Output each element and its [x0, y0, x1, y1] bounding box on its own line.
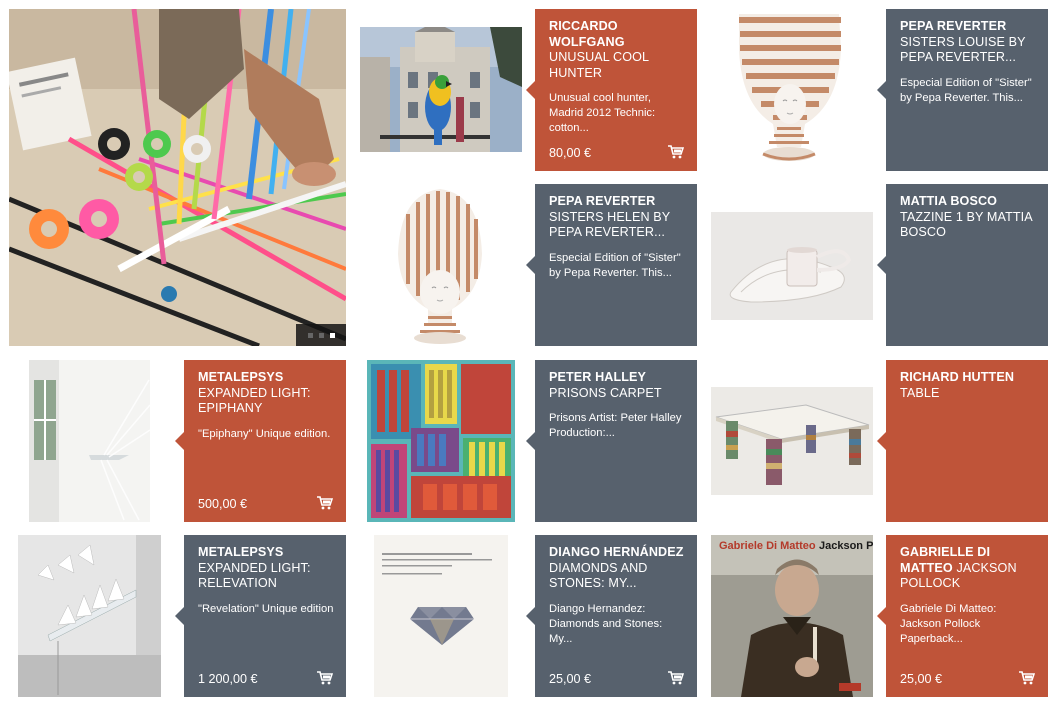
- product-description: "Epiphany" Unique edition.: [198, 427, 331, 440]
- product-title[interactable]: RICHARD HUTTEN TABLE: [900, 370, 1036, 401]
- product-image-tazzine-cup[interactable]: [711, 212, 873, 320]
- product-description: Especial Edition of "Sister" by Pepa Rev…: [549, 251, 681, 279]
- product-title[interactable]: PETER HALLEY PRISONS CARPET: [549, 370, 685, 401]
- product-artwork-name: EXPANDED LIGHT: RELEVATION: [198, 560, 311, 591]
- product-card-expanded-light-relevation[interactable]: METALEPSYS EXPANDED LIGHT: RELEVATION "Re…: [175, 535, 346, 697]
- product-artwork-name: SISTERS LOUISE BY PEPA REVERTER...: [900, 34, 1026, 65]
- product-description: Diango Hernandez: Diamonds and Stones: M…: [549, 602, 663, 645]
- product-price: 1 200,00 €: [198, 672, 258, 686]
- product-artwork-name: EXPANDED LIGHT: EPIPHANY: [198, 385, 311, 416]
- product-artwork-name: PRISONS CARPET: [549, 385, 662, 400]
- product-description: Prisons Artist: Peter Halley Production:…: [549, 412, 682, 439]
- product-title[interactable]: GABRIELLE DI MATTEO JACKSON POLLOCK: [900, 545, 1036, 592]
- slider-dot-1[interactable]: [307, 332, 313, 338]
- product-card-sisters-helen[interactable]: PEPA REVERTER SISTERS HELEN BY PEPA REVER…: [526, 184, 697, 346]
- product-image-diamonds-and-stones-book[interactable]: [374, 535, 508, 697]
- product-image-prisons-carpet[interactable]: [367, 360, 515, 522]
- product-card-expanded-light-epiphany[interactable]: METALEPSYS EXPANDED LIGHT: EPIPHANY "Epip…: [175, 360, 346, 522]
- product-title[interactable]: RICCARDO WOLFGANG UNUSUAL COOL HUNTER: [549, 19, 685, 81]
- shopping-cart-icon[interactable]: [1019, 671, 1035, 685]
- product-price: 25,00 €: [549, 672, 592, 686]
- product-title[interactable]: DIANGO HERNÁNDEZ DIAMONDS AND STONES: MY.…: [549, 545, 685, 592]
- slider-dot-2[interactable]: [318, 332, 324, 338]
- product-card-prisons-carpet[interactable]: PETER HALLEY PRISONS CARPET Prisons Artis…: [526, 360, 697, 522]
- product-artist: DIANGO HERNÁNDEZ: [549, 545, 684, 559]
- shopping-cart-icon[interactable]: [668, 671, 684, 685]
- product-title[interactable]: PEPA REVERTER SISTERS LOUISE BY PEPA REVE…: [900, 19, 1036, 66]
- product-artist: PETER HALLEY: [549, 370, 647, 384]
- product-title[interactable]: METALEPSYS EXPANDED LIGHT: EPIPHANY: [198, 370, 334, 417]
- book-cover-subject-text: Jackson Pollock: [819, 540, 873, 552]
- product-image-parrot[interactable]: [360, 27, 522, 152]
- product-image-sisters-helen-vase[interactable]: [360, 184, 522, 346]
- product-artist: METALEPSYS: [198, 370, 284, 384]
- product-image-sisters-louise-vase[interactable]: [711, 9, 873, 171]
- product-image-expanded-light-epiphany[interactable]: [29, 360, 150, 522]
- product-image-table[interactable]: [711, 387, 873, 495]
- shopping-cart-icon[interactable]: [317, 496, 333, 510]
- product-artwork-name: TAZZINE 1 BY MATTIA BOSCO: [900, 209, 1033, 240]
- product-artwork-name: DIAMONDS AND STONES: MY...: [549, 560, 648, 591]
- product-card-diamonds-and-stones[interactable]: DIANGO HERNÁNDEZ DIAMONDS AND STONES: MY.…: [526, 535, 697, 697]
- shopping-cart-icon[interactable]: [668, 145, 684, 159]
- product-description: Gabriele Di Matteo: Jackson Pollock Pape…: [900, 602, 997, 645]
- product-image-jackson-pollock-book[interactable]: Gabriele Di Matteo Jackson Pollock: [711, 535, 873, 697]
- product-description: "Revelation" Unique edition: [198, 602, 334, 615]
- product-artist: RICCARDO WOLFGANG: [549, 19, 625, 49]
- product-card-tazzine[interactable]: MATTIA BOSCO TAZZINE 1 BY MATTIA BOSCO: [877, 184, 1048, 346]
- product-title[interactable]: PEPA REVERTER SISTERS HELEN BY PEPA REVER…: [549, 194, 685, 241]
- slider-pagination: [296, 324, 346, 346]
- product-title[interactable]: METALEPSYS EXPANDED LIGHT: RELEVATION: [198, 545, 334, 592]
- product-artist: RICHARD HUTTEN: [900, 370, 1015, 384]
- product-artist: PEPA REVERTER: [900, 19, 1007, 33]
- product-price: 80,00 €: [549, 146, 592, 160]
- product-artwork-name: UNUSUAL COOL HUNTER: [549, 50, 649, 80]
- product-artwork-name: TABLE: [900, 385, 940, 400]
- product-description: Unusual cool hunter, Madrid 2012 Technic…: [549, 92, 656, 134]
- product-artwork-name: SISTERS HELEN BY PEPA REVERTER...: [549, 209, 671, 240]
- product-price: 500,00 €: [198, 497, 248, 511]
- product-artist: MATTIA BOSCO: [900, 194, 998, 208]
- product-artist: METALEPSYS: [198, 545, 284, 559]
- product-description: Especial Edition of "Sister" by Pepa Rev…: [900, 76, 1032, 104]
- product-card-jackson-pollock[interactable]: GABRIELLE DI MATTEO JACKSON POLLOCK Gabr…: [877, 535, 1048, 697]
- product-card-unusual-cool-hunter[interactable]: RICCARDO WOLFGANG UNUSUAL COOL HUNTER Un…: [526, 9, 697, 171]
- product-title[interactable]: MATTIA BOSCO TAZZINE 1 BY MATTIA BOSCO: [900, 194, 1036, 241]
- book-cover-author-text: Gabriele Di Matteo: [719, 540, 816, 552]
- product-image-expanded-light-relevation[interactable]: [18, 535, 161, 697]
- product-price: 25,00 €: [900, 672, 943, 686]
- product-card-sisters-louise[interactable]: PEPA REVERTER SISTERS LOUISE BY PEPA REVE…: [877, 9, 1048, 171]
- slider-dot-3-active[interactable]: [329, 332, 335, 338]
- product-artist: PEPA REVERTER: [549, 194, 656, 208]
- hero-image-tape-installation[interactable]: [9, 9, 346, 346]
- shopping-cart-icon[interactable]: [317, 671, 333, 685]
- product-card-table[interactable]: RICHARD HUTTEN TABLE: [877, 360, 1048, 522]
